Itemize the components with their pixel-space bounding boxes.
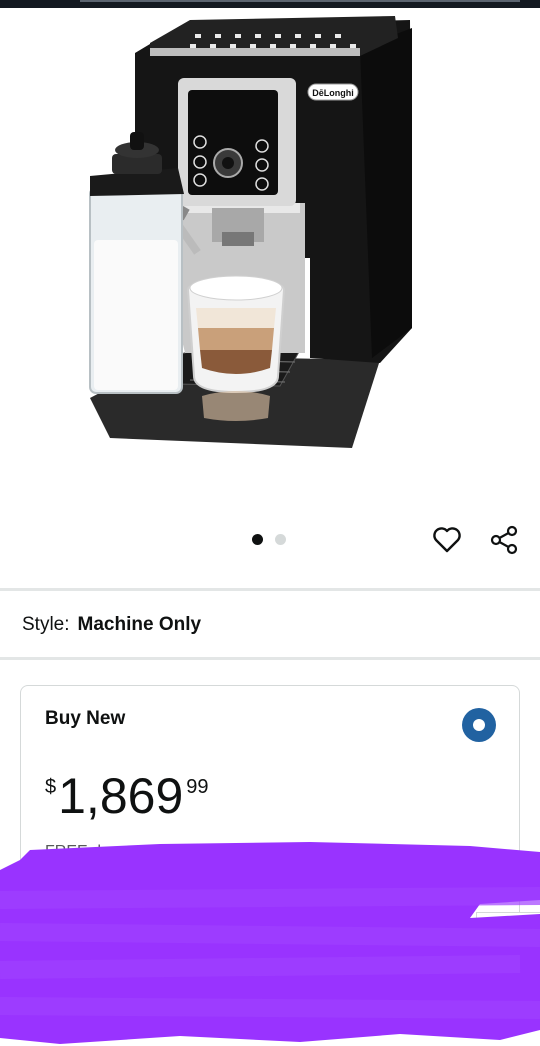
style-value: Machine Only bbox=[77, 614, 202, 635]
price-symbol: $ bbox=[45, 776, 57, 798]
top-status-line bbox=[80, 0, 520, 2]
share-button[interactable] bbox=[486, 522, 522, 558]
price: $ 1,869 99 bbox=[45, 768, 209, 824]
divider-top bbox=[0, 588, 540, 591]
buy-new-radio[interactable] bbox=[462, 708, 496, 742]
carousel-dot-1[interactable] bbox=[252, 534, 263, 545]
style-selector[interactable]: Style: Machine Only bbox=[22, 614, 201, 636]
favorite-button[interactable] bbox=[429, 522, 465, 558]
carousel-dot-2[interactable] bbox=[275, 534, 286, 545]
price-whole: 1,869 bbox=[58, 768, 184, 824]
divider-bottom bbox=[0, 657, 540, 660]
radio-selected-dot bbox=[473, 719, 485, 731]
brand-logo: DēLonghi bbox=[312, 88, 354, 98]
buy-new-title: Buy New bbox=[45, 708, 126, 729]
product-image[interactable]: DēLonghi bbox=[0, 8, 540, 508]
style-label: Style: bbox=[22, 614, 70, 635]
redaction-overlay bbox=[0, 842, 540, 1044]
price-fraction: 99 bbox=[186, 776, 209, 798]
carousel-dots[interactable] bbox=[252, 534, 286, 545]
top-status-bar bbox=[0, 0, 540, 8]
heart-icon bbox=[433, 527, 461, 553]
share-icon bbox=[490, 525, 518, 555]
